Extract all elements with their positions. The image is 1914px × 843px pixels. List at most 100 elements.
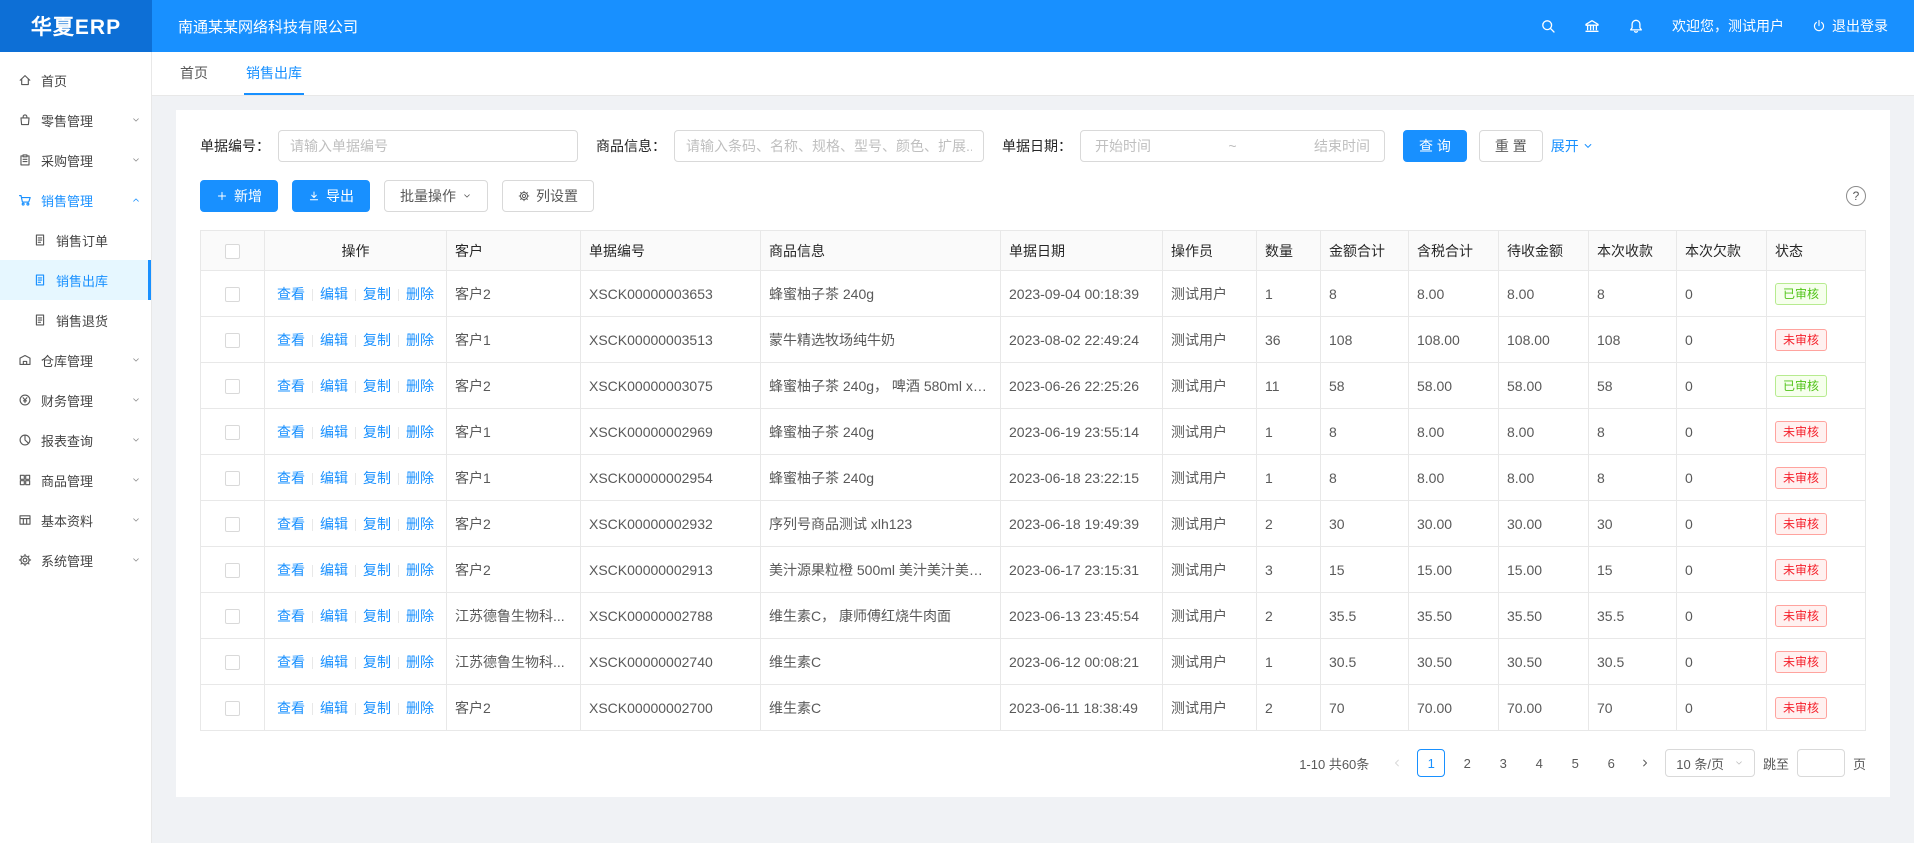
sidebar-item-sales-outbound[interactable]: 销售出库 [0, 260, 151, 300]
select-all-checkbox[interactable] [225, 244, 240, 259]
page-button[interactable]: 4 [1525, 749, 1553, 777]
delete-link[interactable]: 删除 [406, 562, 434, 578]
copy-link[interactable]: 复制 [363, 700, 391, 716]
view-link[interactable]: 查看 [277, 654, 305, 670]
logout-button[interactable]: 退出登录 [1812, 16, 1888, 36]
edit-link[interactable]: 编辑 [320, 562, 348, 578]
delete-link[interactable]: 删除 [406, 608, 434, 624]
edit-link[interactable]: 编辑 [320, 286, 348, 302]
delete-link[interactable]: 删除 [406, 332, 434, 348]
next-page-button[interactable] [1633, 749, 1657, 777]
sidebar-item-basic-data[interactable]: 基本资料 [0, 500, 151, 540]
expand-link[interactable]: 展开 [1551, 136, 1594, 156]
help-icon[interactable]: ? [1846, 186, 1866, 206]
page-button[interactable]: 6 [1597, 749, 1625, 777]
row-checkbox[interactable] [225, 655, 240, 670]
view-link[interactable]: 查看 [277, 516, 305, 532]
view-link[interactable]: 查看 [277, 286, 305, 302]
copy-link[interactable]: 复制 [363, 332, 391, 348]
bill-no-input[interactable] [278, 130, 578, 162]
date-range-picker[interactable]: 开始时间 ~ 结束时间 [1080, 130, 1385, 162]
edit-link[interactable]: 编辑 [320, 378, 348, 394]
search-icon[interactable] [1540, 18, 1556, 34]
search-button[interactable]: 查 询 [1403, 130, 1467, 162]
sidebar-item-sales-return[interactable]: 销售退货 [0, 300, 151, 340]
edit-link[interactable]: 编辑 [320, 700, 348, 716]
row-checkbox[interactable] [225, 609, 240, 624]
sidebar-item-retail[interactable]: 零售管理 [0, 100, 151, 140]
prev-page-button[interactable] [1385, 749, 1409, 777]
edit-link[interactable]: 编辑 [320, 332, 348, 348]
table-row: 查看编辑复制删除 江苏德鲁生物科... XSCK00000002788 维生素C… [201, 593, 1866, 639]
page-button[interactable]: 1 [1417, 749, 1445, 777]
row-checkbox[interactable] [225, 287, 240, 302]
row-checkbox[interactable] [225, 425, 240, 440]
amount-cell: 30.5 [1321, 639, 1409, 685]
sidebar-item-system[interactable]: 系统管理 [0, 540, 151, 580]
delete-link[interactable]: 删除 [406, 424, 434, 440]
view-link[interactable]: 查看 [277, 608, 305, 624]
delete-link[interactable]: 删除 [406, 700, 434, 716]
view-link[interactable]: 查看 [277, 378, 305, 394]
view-link[interactable]: 查看 [277, 332, 305, 348]
sidebar-item-goods[interactable]: 商品管理 [0, 460, 151, 500]
edit-link[interactable]: 编辑 [320, 608, 348, 624]
delete-link[interactable]: 删除 [406, 286, 434, 302]
row-checkbox[interactable] [225, 517, 240, 532]
sidebar-item-home[interactable]: 首页 [0, 60, 151, 100]
row-checkbox[interactable] [225, 563, 240, 578]
page-size-select[interactable]: 10 条/页 [1665, 749, 1755, 777]
edit-link[interactable]: 编辑 [320, 424, 348, 440]
copy-link[interactable]: 复制 [363, 654, 391, 670]
received-cell: 108 [1589, 317, 1677, 363]
column-header-qty: 数量 [1257, 231, 1321, 271]
page-button[interactable]: 2 [1453, 749, 1481, 777]
row-checkbox[interactable] [225, 701, 240, 716]
copy-link[interactable]: 复制 [363, 424, 391, 440]
page-button[interactable]: 3 [1489, 749, 1517, 777]
received-cell: 70 [1589, 685, 1677, 731]
view-link[interactable]: 查看 [277, 700, 305, 716]
copy-link[interactable]: 复制 [363, 470, 391, 486]
received-cell: 8 [1589, 455, 1677, 501]
notification-bell-icon[interactable] [1628, 18, 1644, 34]
row-checkbox[interactable] [225, 471, 240, 486]
row-checkbox[interactable] [225, 379, 240, 394]
jump-to-input[interactable] [1797, 749, 1845, 777]
sidebar-item-report[interactable]: 报表查询 [0, 420, 151, 460]
delete-link[interactable]: 删除 [406, 516, 434, 532]
edit-link[interactable]: 编辑 [320, 654, 348, 670]
bill-no-cell: XSCK00000003653 [581, 271, 761, 317]
delete-link[interactable]: 删除 [406, 470, 434, 486]
sidebar-item-warehouse[interactable]: 仓库管理 [0, 340, 151, 380]
edit-link[interactable]: 编辑 [320, 516, 348, 532]
batch-actions-button[interactable]: 批量操作 [384, 180, 488, 212]
copy-link[interactable]: 复制 [363, 608, 391, 624]
copy-link[interactable]: 复制 [363, 286, 391, 302]
tab-home[interactable]: 首页 [178, 52, 210, 95]
reset-button[interactable]: 重 置 [1479, 130, 1543, 162]
sidebar-item-sales[interactable]: 销售管理 [0, 180, 151, 220]
view-link[interactable]: 查看 [277, 424, 305, 440]
goods-info-input[interactable] [674, 130, 984, 162]
copy-link[interactable]: 复制 [363, 562, 391, 578]
copy-link[interactable]: 复制 [363, 378, 391, 394]
add-button[interactable]: 新增 [200, 180, 278, 212]
view-link[interactable]: 查看 [277, 470, 305, 486]
page-button[interactable]: 5 [1561, 749, 1589, 777]
sidebar-item-sales-order[interactable]: 销售订单 [0, 220, 151, 260]
column-settings-button[interactable]: 列设置 [502, 180, 594, 212]
edit-link[interactable]: 编辑 [320, 470, 348, 486]
delete-link[interactable]: 删除 [406, 654, 434, 670]
gear-icon [18, 553, 32, 567]
bank-icon[interactable] [1584, 18, 1600, 34]
export-button[interactable]: 导出 [292, 180, 370, 212]
sidebar-item-finance[interactable]: 财务管理 [0, 380, 151, 420]
delete-link[interactable]: 删除 [406, 378, 434, 394]
tab-sales-outbound[interactable]: 销售出库 [244, 52, 304, 95]
view-link[interactable]: 查看 [277, 562, 305, 578]
sidebar-item-purchase[interactable]: 采购管理 [0, 140, 151, 180]
copy-link[interactable]: 复制 [363, 516, 391, 532]
date-cell: 2023-06-13 23:45:54 [1001, 593, 1163, 639]
row-checkbox[interactable] [225, 333, 240, 348]
